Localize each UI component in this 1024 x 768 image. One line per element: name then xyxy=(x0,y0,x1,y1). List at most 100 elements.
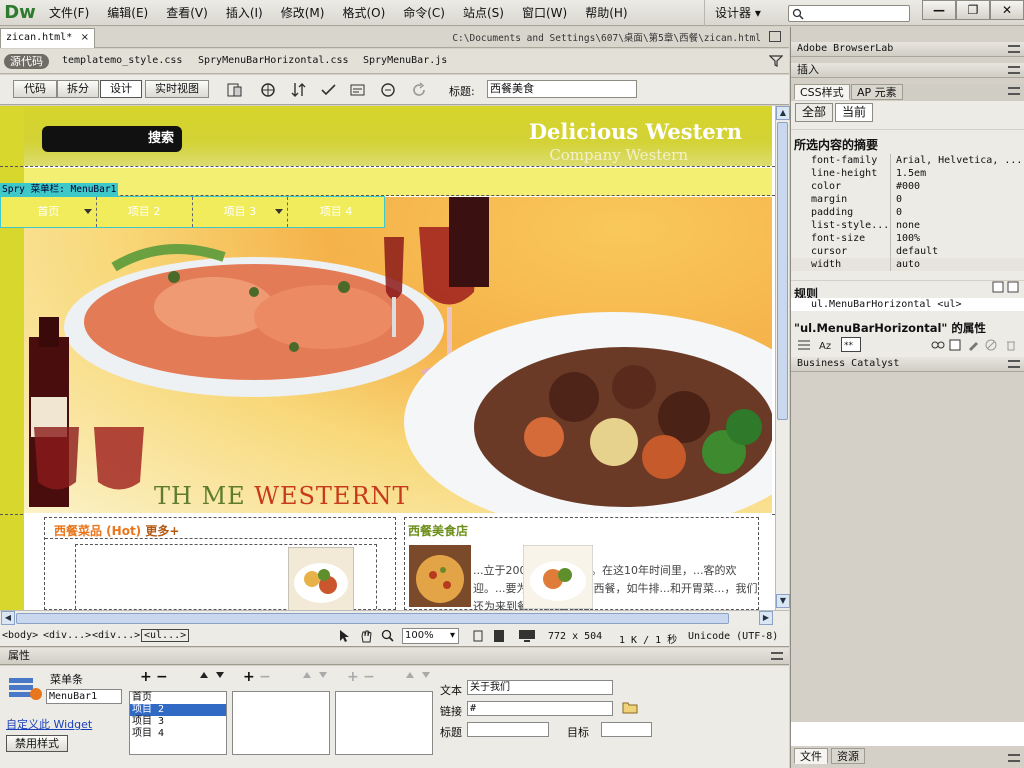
tag-selector-div[interactable]: <div...> xyxy=(92,630,140,641)
live-view-button[interactable]: 实时视图 xyxy=(145,80,209,98)
menu-help[interactable]: 帮助(H) xyxy=(576,0,636,26)
tag-selector-body[interactable]: <body> xyxy=(2,630,38,641)
minimize-button[interactable]: — xyxy=(922,0,956,20)
rules-view-toggle-icon[interactable] xyxy=(992,281,1020,293)
search-button[interactable]: 搜索 xyxy=(42,126,182,152)
tag-selector-ul[interactable]: <ul...> xyxy=(141,629,190,642)
current-mode-button[interactable]: 当前 xyxy=(835,103,874,122)
tag-selector-div[interactable]: <div...> xyxy=(43,630,91,641)
zoom-tool-icon[interactable] xyxy=(381,629,395,643)
browserlab-panel-header[interactable]: Adobe BrowserLab xyxy=(791,42,1024,57)
attach-style-icon[interactable] xyxy=(931,339,945,351)
tablet-size-icon[interactable] xyxy=(493,629,505,643)
edit-rule-icon[interactable] xyxy=(967,339,979,351)
menu-site[interactable]: 站点(S) xyxy=(454,0,513,26)
menu-modify[interactable]: 修改(M) xyxy=(272,0,334,26)
menu-commands[interactable]: 命令(C) xyxy=(394,0,454,26)
restore-button[interactable]: ❐ xyxy=(956,0,990,20)
design-canvas[interactable]: 搜索 Delicious Western Company Western TH … xyxy=(0,106,775,610)
table-row[interactable]: width auto xyxy=(791,258,1024,271)
close-icon[interactable]: × xyxy=(81,29,89,47)
menu-items-list[interactable]: 首页 项目 2 项目 3 项目 4 xyxy=(129,691,227,755)
list-item[interactable]: 项目 3 xyxy=(130,716,226,728)
spry-menubar-tag[interactable]: Spry 菜单栏: MenuBar1 xyxy=(0,183,119,196)
scroll-up-icon[interactable]: ▲ xyxy=(776,106,790,120)
workspace-switcher[interactable]: 设计器 ▾ xyxy=(704,0,771,26)
remove-subsubitem-button[interactable]: − xyxy=(363,669,375,685)
horizontal-scrollbar[interactable]: ◀ ▶ xyxy=(0,610,789,626)
menu-edit[interactable]: 编辑(E) xyxy=(98,0,157,26)
sub-submenu-list[interactable] xyxy=(335,691,433,755)
remove-item-button[interactable]: − xyxy=(156,669,168,685)
table-row[interactable]: list-style... none xyxy=(791,219,1024,232)
list-item[interactable]: 首页 xyxy=(130,692,226,704)
panel-menu-icon[interactable] xyxy=(1008,360,1020,368)
related-file-menu-css[interactable]: SpryMenuBarHorizontal.css xyxy=(198,55,349,66)
add-subitem-button[interactable]: + xyxy=(243,669,255,685)
category-view-icon[interactable] xyxy=(797,339,811,351)
table-row[interactable]: line-height 1.5em xyxy=(791,167,1024,180)
tab-assets[interactable]: 资源 xyxy=(831,748,865,764)
nav-item-2[interactable]: 项目 2 xyxy=(97,197,193,227)
move-down-icon[interactable] xyxy=(319,672,327,678)
tab-css-styles[interactable]: CSS样式 xyxy=(794,84,850,100)
design-view-button[interactable]: 设计 xyxy=(100,80,142,98)
scroll-left-icon[interactable]: ◀ xyxy=(1,611,15,625)
menu-view[interactable]: 查看(V) xyxy=(157,0,217,26)
table-row[interactable]: font-size 100% xyxy=(791,232,1024,245)
refresh-icon[interactable] xyxy=(410,81,428,99)
scroll-down-icon[interactable]: ▼ xyxy=(776,594,790,608)
widget-name-field[interactable]: MenuBar1 xyxy=(46,689,122,704)
menu-insert[interactable]: 插入(I) xyxy=(217,0,272,26)
submenu-list[interactable] xyxy=(232,691,330,755)
trash-icon[interactable] xyxy=(1005,339,1017,351)
scrollbar-thumb[interactable] xyxy=(777,122,788,420)
table-row[interactable]: color #000 xyxy=(791,180,1024,193)
text-field[interactable]: 关于我们 xyxy=(467,680,613,695)
filter-icon[interactable] xyxy=(769,54,783,68)
hand-tool-icon[interactable] xyxy=(359,629,373,643)
panel-menu-icon[interactable] xyxy=(1008,754,1020,762)
scroll-right-icon[interactable]: ▶ xyxy=(759,611,773,625)
add-subsubitem-button[interactable]: + xyxy=(347,669,359,685)
list-item-selected[interactable]: 项目 2 xyxy=(130,704,226,716)
insert-panel-header[interactable]: 插入 xyxy=(791,63,1024,78)
move-up-icon[interactable] xyxy=(200,672,208,678)
link-field[interactable]: # xyxy=(467,701,613,716)
multiscreen-icon[interactable] xyxy=(226,81,244,99)
browser-preview-icon[interactable] xyxy=(260,81,278,99)
source-code-button[interactable]: 源代码 xyxy=(4,54,49,69)
all-mode-button[interactable]: 全部 xyxy=(795,103,834,122)
table-row[interactable]: font-family Arial, Helvetica, ... xyxy=(791,154,1024,167)
table-row[interactable]: margin 0 xyxy=(791,193,1024,206)
panel-menu-icon[interactable] xyxy=(771,652,783,660)
customize-widget-link[interactable]: 自定义此 Widget xyxy=(6,716,92,732)
related-file-js[interactable]: SpryMenuBar.js xyxy=(363,55,447,66)
menu-window[interactable]: 窗口(W) xyxy=(513,0,576,26)
pointer-tool-icon[interactable] xyxy=(337,629,351,643)
properties-panel-header[interactable]: 属性 xyxy=(0,648,789,665)
list-item[interactable]: 项目 4 xyxy=(130,728,226,740)
phone-size-icon[interactable] xyxy=(473,630,483,642)
tab-ap-elements[interactable]: AP 元素 xyxy=(851,84,903,100)
desktop-size-icon[interactable] xyxy=(518,629,536,643)
set-properties-icon[interactable]: ** xyxy=(841,337,861,352)
file-management-icon[interactable] xyxy=(290,81,308,99)
document-tab[interactable]: zican.html* × xyxy=(0,28,95,48)
scrollbar-thumb[interactable] xyxy=(16,613,729,624)
table-row[interactable]: padding 0 xyxy=(791,206,1024,219)
visual-aids-icon[interactable] xyxy=(349,81,367,99)
remove-subitem-button[interactable]: − xyxy=(259,669,271,685)
table-row[interactable]: cursor default xyxy=(791,245,1024,258)
disable-rule-icon[interactable] xyxy=(985,339,997,351)
new-rule-icon[interactable] xyxy=(949,339,961,351)
split-view-button[interactable]: 拆分 xyxy=(57,80,99,98)
nav-item-4[interactable]: 项目 4 xyxy=(288,197,384,227)
related-file-css[interactable]: templatemo_style.css xyxy=(62,55,182,66)
tab-files[interactable]: 文件 xyxy=(794,748,828,764)
zoom-select[interactable]: 100% ▾ xyxy=(402,628,459,644)
alpha-sort-icon[interactable]: Az xyxy=(819,339,835,351)
restore-doc-icon[interactable] xyxy=(769,31,781,42)
business-catalyst-header[interactable]: Business Catalyst xyxy=(791,357,1024,372)
item-title-field[interactable] xyxy=(467,722,549,737)
